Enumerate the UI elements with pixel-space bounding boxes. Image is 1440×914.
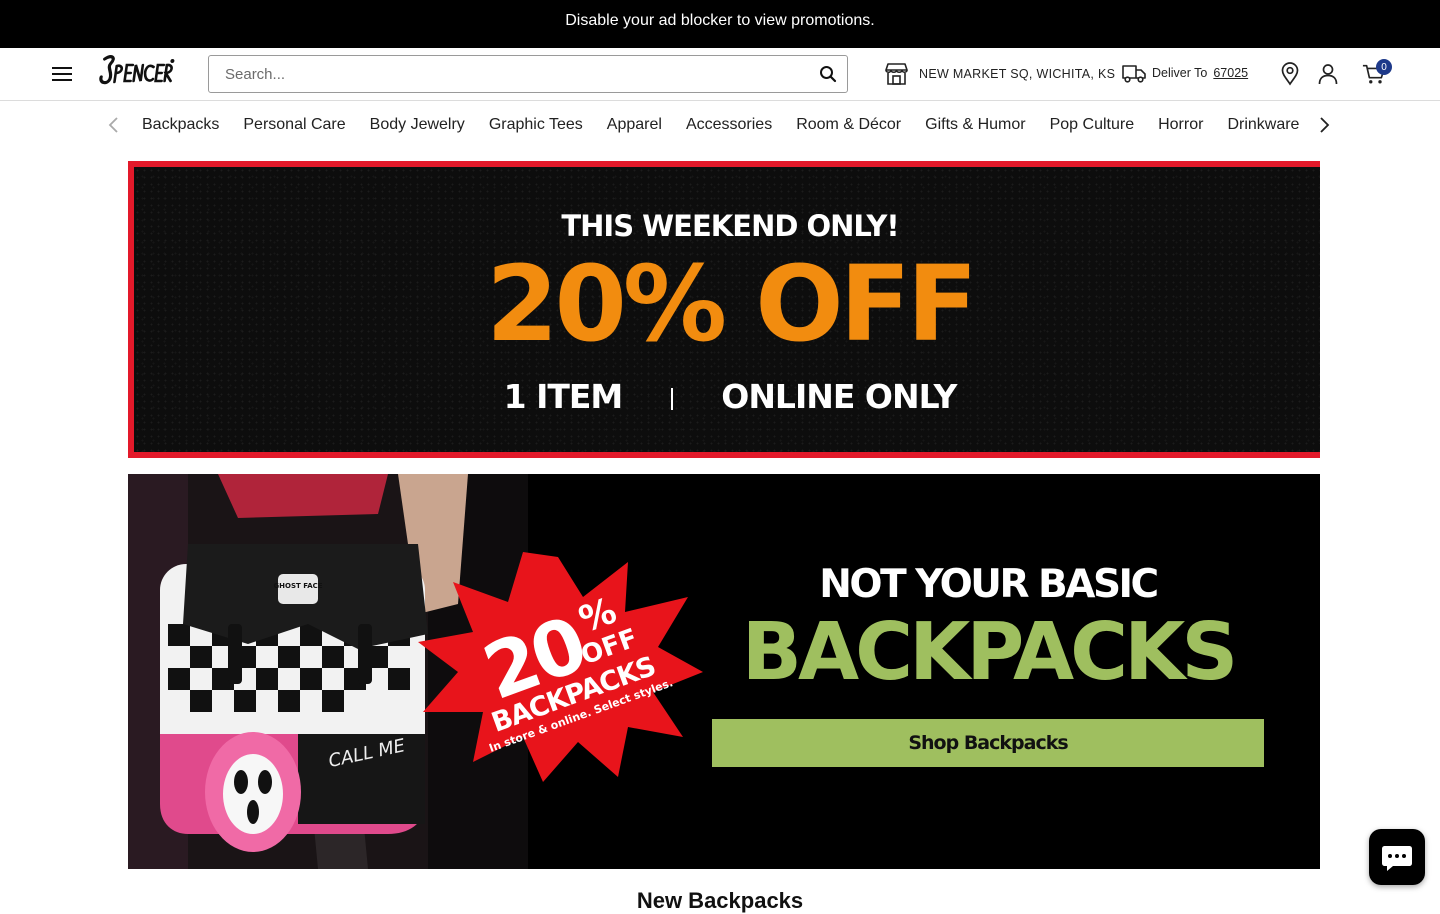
section-heading: New Backpacks <box>636 888 804 913</box>
truck-icon <box>1122 65 1146 83</box>
menu-icon[interactable] <box>50 63 74 85</box>
deliver-label: Deliver To <box>1152 66 1208 80</box>
store-icon <box>885 63 908 85</box>
category-nav: Backpacks Personal Care Body Jewelry Gra… <box>0 101 1440 149</box>
search-bar <box>208 55 848 93</box>
category-apparel[interactable]: Apparel <box>595 116 674 134</box>
chevron-left-icon[interactable] <box>106 116 122 134</box>
banner-discount: 20% OFF <box>486 243 978 365</box>
banner-title-line1: NOT YOUR BASIC <box>819 562 1159 607</box>
deliver-zip-link[interactable]: 67025 <box>1213 66 1248 80</box>
weekend-sale-banner[interactable]: THIS WEEKEND ONLY! 20% OFF 1 ITEM ONLINE… <box>128 161 1320 458</box>
chat-bubble-icon <box>1382 846 1412 871</box>
shop-backpacks-button[interactable]: Shop Backpacks <box>712 719 1264 767</box>
category-personal-care[interactable]: Personal Care <box>231 116 357 134</box>
category-drinkware[interactable]: Drinkware <box>1215 116 1311 134</box>
patch-text: GHOST FACE <box>273 582 322 590</box>
banner-terms: 1 ITEM ONLINE ONLY <box>134 377 1326 416</box>
search-input[interactable] <box>209 56 809 92</box>
logo[interactable] <box>98 54 177 88</box>
account-icon[interactable] <box>1316 62 1340 86</box>
discount-starburst: 20 % OFF BACKPACKS In store & online. Se… <box>418 552 703 782</box>
location-pin-icon[interactable] <box>1278 62 1302 86</box>
category-horror[interactable]: Horror <box>1146 116 1215 134</box>
category-backpacks[interactable]: Backpacks <box>130 116 231 134</box>
promo-text: Disable your ad blocker to view promotio… <box>565 12 875 29</box>
site-header: NEW MARKET SQ, WICHITA, KS Deliver To 67… <box>0 48 1440 101</box>
category-room-decor[interactable]: Room & Décor <box>784 116 913 134</box>
chevron-right-icon[interactable] <box>1316 116 1332 134</box>
search-icon[interactable] <box>819 65 837 83</box>
category-gifts-humor[interactable]: Gifts & Humor <box>913 116 1037 134</box>
category-graphic-tees[interactable]: Graphic Tees <box>477 116 595 134</box>
banner-terms-item: 1 ITEM <box>503 377 624 416</box>
category-accessories[interactable]: Accessories <box>674 116 784 134</box>
banner-title-line2: BACKPACKS <box>741 606 1238 698</box>
chat-button[interactable] <box>1369 829 1425 885</box>
store-selector[interactable]: NEW MARKET SQ, WICHITA, KS <box>884 62 1115 86</box>
logo-wordmark-icon <box>99 55 175 85</box>
divider <box>670 388 673 410</box>
promo-bar: Disable your ad blocker to view promotio… <box>0 0 1440 48</box>
banner-headline: THIS WEEKEND ONLY! <box>561 209 899 243</box>
category-pop-culture[interactable]: Pop Culture <box>1038 116 1147 134</box>
cart-count-badge: 0 <box>1376 59 1392 75</box>
store-name: NEW MARKET SQ, WICHITA, KS <box>919 67 1116 81</box>
backpacks-banner[interactable]: GHOST FACE CALL ME 20 % OFF BACKPACKS In… <box>128 474 1320 869</box>
category-list: Backpacks Personal Care Body Jewelry Gra… <box>130 101 1311 149</box>
category-body-jewelry[interactable]: Body Jewelry <box>358 116 477 134</box>
banner-terms-online: ONLINE ONLY <box>721 377 957 416</box>
delivery-zip: Deliver To 67025 <box>1122 62 1248 84</box>
